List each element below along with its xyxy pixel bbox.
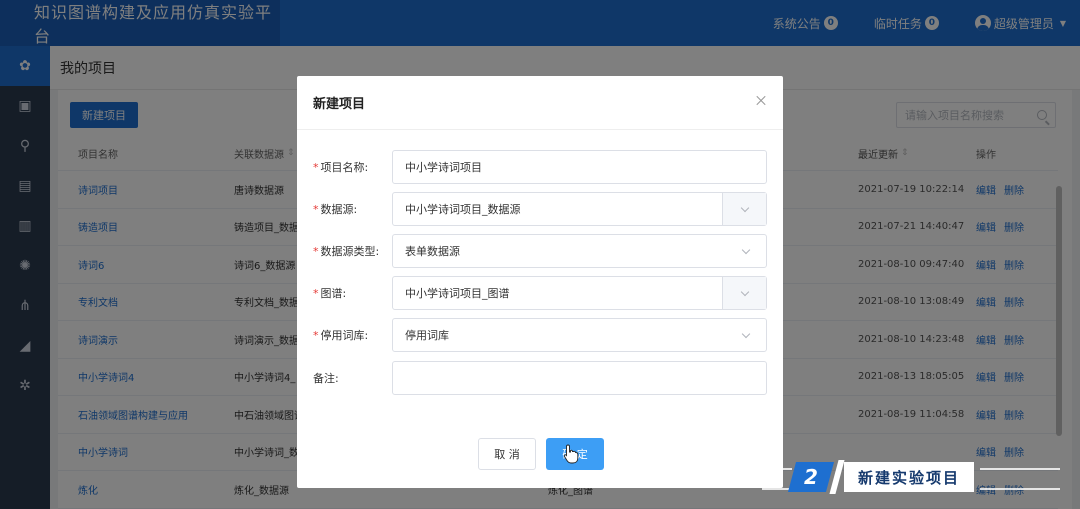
datasource-type-value: 表单数据源: [405, 245, 460, 258]
datasource-value: 中小学诗词项目_数据源: [405, 203, 521, 216]
form-row-datasource-type: * 数据源类型: 表单数据源: [297, 234, 783, 268]
dialog-title: 新建项目: [313, 97, 366, 112]
datasource-label: * 数据源:: [313, 202, 358, 217]
stopwords-select[interactable]: 停用词库: [392, 318, 767, 352]
project-name-input[interactable]: [405, 160, 745, 174]
step-number: 2: [804, 465, 818, 489]
required-mark: *: [313, 328, 319, 342]
close-icon[interactable]: [755, 95, 767, 107]
caption-decoration: [762, 468, 792, 490]
form-row-stopwords: * 停用词库: 停用词库: [297, 318, 783, 352]
stopwords-label: * 停用词库:: [313, 328, 369, 343]
datasource-dropdown-button[interactable]: [722, 193, 766, 225]
step-caption: 2 新建实验项目: [762, 456, 1080, 500]
name-label: * 项目名称:: [313, 160, 369, 175]
required-mark: *: [313, 286, 319, 300]
dialog-header: 新建项目: [297, 76, 783, 130]
form-row-name: * 项目名称:: [297, 150, 783, 184]
caption-text: 新建实验项目: [844, 462, 974, 492]
step-number-badge: 2: [787, 462, 835, 492]
required-mark: *: [313, 202, 319, 216]
graph-select[interactable]: 中小学诗词项目_图谱: [392, 276, 767, 310]
chevron-down-icon: [736, 235, 756, 267]
chevron-down-icon: [740, 203, 749, 212]
form-row-graph: * 图谱: 中小学诗词项目_图谱: [297, 276, 783, 310]
chevron-down-icon: [740, 287, 749, 296]
project-name-field[interactable]: [392, 150, 767, 184]
remark-input[interactable]: [405, 371, 745, 385]
remark-field[interactable]: [392, 361, 767, 395]
datasource-type-label: * 数据源类型:: [313, 244, 380, 259]
caption-decoration: [980, 468, 1060, 490]
chevron-down-icon: [736, 319, 756, 351]
required-mark: *: [313, 244, 319, 258]
hand-cursor-icon: [563, 444, 579, 464]
new-project-dialog: 新建项目 *项目名称: *数据源: 中小学诗词项目_数据源 *数据源类型: 表单…: [297, 76, 783, 488]
graph-value: 中小学诗词项目_图谱: [405, 287, 510, 300]
cancel-button[interactable]: 取 消: [478, 438, 536, 470]
stopwords-value: 停用词库: [405, 329, 449, 342]
remark-label: 备注:: [313, 372, 339, 385]
form-row-datasource: * 数据源: 中小学诗词项目_数据源: [297, 192, 783, 226]
graph-dropdown-button[interactable]: [722, 277, 766, 309]
datasource-type-select[interactable]: 表单数据源: [392, 234, 767, 268]
form-row-remark: 备注:: [297, 361, 783, 395]
required-mark: *: [313, 160, 319, 174]
datasource-select[interactable]: 中小学诗词项目_数据源: [392, 192, 767, 226]
graph-label: * 图谱:: [313, 286, 347, 301]
